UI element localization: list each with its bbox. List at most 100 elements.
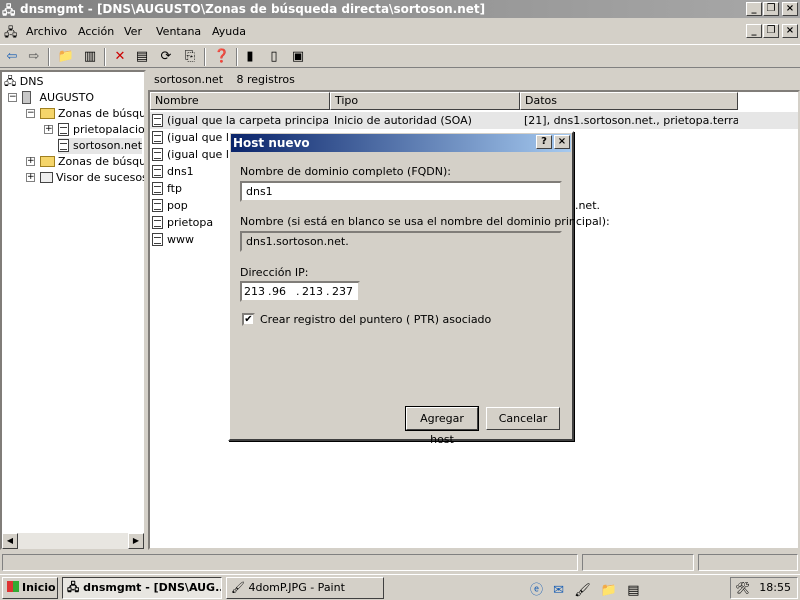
- status-pane: [2, 554, 578, 571]
- task-dnsmgmt[interactable]: 🖧 dnsmgmt - [DNS\AUG...: [62, 577, 222, 599]
- zone-icon: [58, 123, 69, 136]
- new-record-icon[interactable]: ▯: [264, 48, 284, 66]
- delete-icon[interactable]: ✕: [110, 48, 130, 66]
- status-bar: [0, 552, 800, 572]
- window-title: dnsmgmt - [DNS\AUGUSTO\Zonas de búsqueda…: [20, 2, 486, 16]
- taskbar: Inicio 🖧 dnsmgmt - [DNS\AUG... 🖌 4domP.J…: [0, 574, 800, 600]
- forward-arrow-icon[interactable]: ⇨: [24, 48, 44, 66]
- minimize-button[interactable]: _: [746, 2, 762, 16]
- scroll-left-icon[interactable]: ◀: [2, 533, 18, 549]
- dialog-title-bar[interactable]: Host nuevo: [231, 134, 571, 152]
- child-minimize-button[interactable]: _: [746, 24, 762, 38]
- window-title-bar[interactable]: 🖧 dnsmgmt - [DNS\AUGUSTO\Zonas de búsque…: [0, 0, 800, 18]
- ip-address-input[interactable]: 213 . 96 . 213 . 237: [240, 281, 360, 302]
- ip-octet-3[interactable]: 213: [302, 283, 323, 300]
- tree-horizontal-scrollbar[interactable]: ◀ ▶: [2, 533, 144, 549]
- dns-icon: 🖧: [4, 75, 17, 88]
- menu-bar: 🖧 Archivo Acción Ver Ventana Ayuda: [0, 22, 800, 42]
- cancel-button[interactable]: Cancelar: [486, 407, 560, 430]
- child-restore-button[interactable]: ❐: [763, 24, 779, 38]
- toolbar-separator: [236, 48, 238, 66]
- server-icon: [22, 91, 31, 104]
- paint-quicklaunch-icon[interactable]: 🖌: [574, 583, 591, 598]
- menu-ayuda[interactable]: Ayuda: [212, 22, 246, 42]
- start-button[interactable]: Inicio: [2, 577, 58, 599]
- maximize-button[interactable]: ❐: [763, 2, 779, 16]
- tree-item-forward-zones[interactable]: Zonas de búsque: [40, 106, 144, 122]
- tree-item-reverse-zones[interactable]: Zonas de búsque: [40, 154, 144, 170]
- ptr-checkbox[interactable]: ✔: [242, 313, 255, 326]
- notepad-icon[interactable]: ▤: [627, 583, 639, 598]
- back-arrow-icon[interactable]: ⇦: [2, 48, 22, 66]
- menu-ver[interactable]: Ver: [124, 22, 142, 42]
- ptr-label[interactable]: Crear registro del puntero ( PTR) asocia…: [260, 313, 491, 326]
- record-icon: [152, 233, 163, 246]
- dns-manager-icon: 🖧: [67, 581, 80, 594]
- paint-icon: 🖌: [231, 581, 245, 594]
- dns-manager-icon: 🖧: [2, 3, 16, 17]
- record-icon: [152, 114, 163, 127]
- explorer-icon[interactable]: 📁: [601, 583, 617, 598]
- toolbar-separator: [48, 48, 50, 66]
- ip-octet-1[interactable]: 213: [244, 283, 265, 300]
- ip-dot: .: [326, 285, 330, 298]
- expand-icon[interactable]: +: [26, 173, 35, 182]
- outlook-icon[interactable]: ✉: [553, 583, 564, 598]
- fqdn-input[interactable]: dns1: [240, 181, 562, 202]
- menu-ventana[interactable]: Ventana: [156, 22, 201, 42]
- help-icon[interactable]: ❓: [212, 48, 232, 66]
- event-viewer-icon: [40, 172, 53, 183]
- record-icon: [152, 182, 163, 195]
- column-header-name[interactable]: Nombre: [150, 92, 330, 110]
- status-pane: [582, 554, 694, 571]
- details-header: sortoson.net 8 registros: [148, 70, 800, 90]
- record-icon: [152, 216, 163, 229]
- new-zone-icon[interactable]: ▣: [288, 48, 308, 66]
- close-button[interactable]: ×: [782, 2, 798, 16]
- up-folder-icon[interactable]: 📁: [56, 48, 76, 66]
- expand-icon[interactable]: +: [44, 125, 53, 134]
- folder-icon: [40, 156, 55, 167]
- tree-item-server[interactable]: AUGUSTO: [22, 90, 94, 106]
- collapse-icon[interactable]: −: [8, 93, 17, 102]
- child-close-button[interactable]: ×: [782, 24, 798, 38]
- ip-dot: .: [268, 285, 272, 298]
- menu-archivo[interactable]: Archivo: [26, 22, 67, 42]
- toolbar: ⇦ ⇨ 📁 ▥ ✕ ▤ ⟳ ⎘ ❓ ▮ ▯ ▣: [0, 44, 800, 68]
- refresh-icon[interactable]: ⟳: [156, 48, 176, 66]
- tree-item-dns[interactable]: 🖧 DNS: [4, 74, 43, 90]
- clock[interactable]: 18:55: [759, 578, 791, 598]
- help-button[interactable]: ?: [536, 135, 552, 149]
- menu-accion[interactable]: Acción: [78, 22, 114, 42]
- add-host-button[interactable]: Agregar host: [405, 406, 479, 446]
- internet-explorer-icon[interactable]: ⓔ: [530, 583, 543, 598]
- tree-item-zone-prietopalacios[interactable]: prietopalacios: [58, 122, 144, 138]
- column-header-type[interactable]: Tipo: [330, 92, 520, 110]
- system-tray: 🛠 18:55: [730, 577, 798, 599]
- properties-icon[interactable]: ▤: [132, 48, 152, 66]
- tree-item-zone-sortoson[interactable]: sortoson.net: [58, 138, 143, 154]
- record-count: 8 registros: [236, 73, 295, 86]
- ip-octet-2[interactable]: 96: [272, 283, 286, 300]
- console-tree[interactable]: 🖧 DNS − AUGUSTO − Zonas de búsque + prie…: [0, 70, 146, 550]
- expand-icon[interactable]: +: [26, 157, 35, 166]
- table-row[interactable]: (igual que la carpeta principal) Inicio d…: [150, 112, 798, 129]
- folder-icon: [40, 108, 55, 119]
- show-tree-icon[interactable]: ▥: [80, 48, 100, 66]
- column-header-data[interactable]: Datos: [520, 92, 738, 110]
- server-icon[interactable]: ▮: [240, 48, 260, 66]
- ip-octet-4[interactable]: 237: [332, 283, 353, 300]
- collapse-icon[interactable]: −: [26, 109, 35, 118]
- export-list-icon[interactable]: ⎘: [180, 48, 200, 66]
- scroll-right-icon[interactable]: ▶: [128, 533, 144, 549]
- toolbar-separator: [104, 48, 106, 66]
- zone-name: sortoson.net: [154, 73, 224, 86]
- ip-label: Dirección IP:: [240, 266, 309, 279]
- ip-dot: .: [296, 285, 300, 298]
- tray-app-icon[interactable]: 🛠: [735, 578, 750, 598]
- checkmark-icon: ✔: [244, 314, 253, 325]
- dialog-close-button[interactable]: ×: [554, 135, 570, 149]
- cell-name: (igual que la carpeta principal): [152, 112, 328, 129]
- tree-item-event-viewer[interactable]: Visor de sucesos: [40, 170, 144, 186]
- task-paint[interactable]: 🖌 4domP.JPG - Paint: [226, 577, 384, 599]
